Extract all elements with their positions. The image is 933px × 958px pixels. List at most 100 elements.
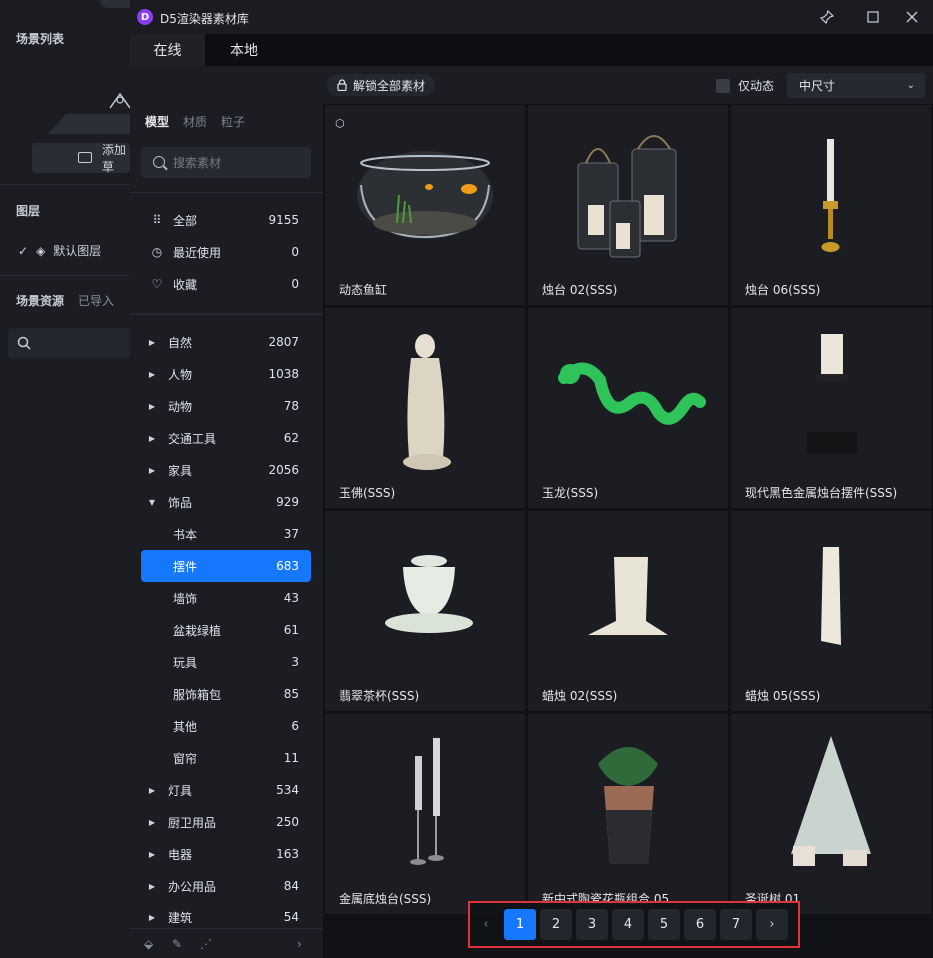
asset-type-tabs: 模型 材质 粒子 <box>145 113 245 130</box>
3d-model-icon: ⬡ <box>335 117 345 130</box>
asset-library-window: D D5渲染器素材库 在线 本地 模型 材质 粒子 搜索素材 ⠿ 全部 9155 <box>130 0 933 958</box>
category-animals[interactable]: ▶ 动物 78 <box>141 390 311 422</box>
page-2-button[interactable]: 2 <box>540 909 572 940</box>
paint-icon[interactable]: ⬙ <box>144 937 158 951</box>
empty-scene-icon <box>48 92 130 134</box>
dynamic-only-checkbox[interactable] <box>716 78 730 93</box>
lock-icon <box>337 79 347 91</box>
category-people[interactable]: ▶ 人物 1038 <box>141 358 311 390</box>
category-ornaments[interactable]: 摆件 683 <box>141 550 311 582</box>
category-kitchen-bath[interactable]: ▶ 厨卫用品 250 <box>141 806 311 838</box>
search-icon <box>17 336 31 350</box>
category-apparel[interactable]: 服饰箱包 85 <box>141 678 311 710</box>
asset-card[interactable]: 新中式陶瓷花瓶组合 05 <box>528 714 728 914</box>
candle-stick-thumbnail <box>821 139 840 252</box>
category-favorites[interactable]: ♡ 收藏 0 <box>141 268 311 300</box>
category-recent[interactable]: ◷ 最近使用 0 <box>141 236 311 268</box>
category-other[interactable]: 其他 6 <box>141 710 311 742</box>
melted-candle-thumbnail <box>588 557 668 635</box>
asset-card[interactable]: 烛台 06(SSS) <box>731 105 931 305</box>
category-decor[interactable]: ▼ 饰品 929 <box>141 486 311 518</box>
asset-card[interactable]: 圣诞树 01 <box>731 714 931 914</box>
ceramic-vase-thumbnail <box>598 747 658 864</box>
page-1-button[interactable]: 1 <box>504 909 536 940</box>
page-7-button[interactable]: 7 <box>720 909 752 940</box>
page-6-button[interactable]: 6 <box>684 909 716 940</box>
tab-local[interactable]: 本地 <box>205 34 283 66</box>
chevron-right-icon[interactable]: › <box>297 937 311 951</box>
black-candle-holder-thumbnail <box>807 334 857 454</box>
add-icon <box>78 152 92 163</box>
caret-right-icon: ▶ <box>148 849 156 859</box>
category-curtains[interactable]: 窗帘 11 <box>141 742 311 774</box>
caret-right-icon: ▶ <box>148 785 156 795</box>
tab-materials[interactable]: 材质 <box>183 113 207 130</box>
caret-right-icon: ▶ <box>148 433 156 443</box>
tab-scene-resources[interactable]: 场景资源 <box>16 292 64 309</box>
category-all[interactable]: ⠿ 全部 9155 <box>141 204 311 236</box>
tab-online[interactable]: 在线 <box>130 34 205 66</box>
category-lighting[interactable]: ▶ 灯具 534 <box>141 774 311 806</box>
category-nature[interactable]: ▶ 自然 2807 <box>141 326 311 358</box>
asset-card[interactable]: ⬡ 动态鱼缸 <box>325 105 525 305</box>
host-sidebar: 场景列表 添加草 图层 ✓ ◈ 默认图层 场景资源 已导入 <box>0 0 140 958</box>
page-3-button[interactable]: 3 <box>576 909 608 940</box>
asset-card[interactable]: 蜡烛 02(SSS) <box>528 511 728 711</box>
add-scene-button[interactable]: 添加草 <box>32 143 130 174</box>
caret-right-icon: ▶ <box>148 337 156 347</box>
asset-card[interactable]: 蜡烛 05(SSS) <box>731 511 931 711</box>
category-panel: 模型 材质 粒子 搜索素材 ⠿ 全部 9155 ◷ 最近使用 0 ♡ 收藏 0 … <box>130 66 323 958</box>
nodes-icon[interactable]: ⋰ <box>200 937 214 951</box>
dynamic-only-toggle[interactable]: 仅动态 <box>716 77 774 94</box>
page-5-button[interactable]: 5 <box>648 909 680 940</box>
maximize-icon[interactable] <box>864 8 882 26</box>
pagination: ‹ 1 2 3 4 5 6 7 › <box>468 901 800 948</box>
page-4-button[interactable]: 4 <box>612 909 644 940</box>
tab-imported[interactable]: 已导入 <box>78 292 114 309</box>
jade-buddha-thumbnail <box>403 334 451 470</box>
tab-particles[interactable]: 粒子 <box>221 113 245 130</box>
category-furniture[interactable]: ▶ 家具 2056 <box>141 454 311 486</box>
host-tabs: 场景资源 已导入 <box>16 292 114 309</box>
tab-models[interactable]: 模型 <box>145 113 169 130</box>
chevron-down-icon: ⌄ <box>906 80 915 91</box>
asset-card[interactable]: 翡翠茶杯(SSS) <box>325 511 525 711</box>
unlock-all-button[interactable]: 解锁全部素材 <box>327 74 436 96</box>
asset-card[interactable]: 现代黑色金属烛台摆件(SSS) <box>731 308 931 508</box>
category-appliances[interactable]: ▶ 电器 163 <box>141 838 311 870</box>
source-tabs: 在线 本地 <box>130 34 933 66</box>
category-wall-decor[interactable]: 墙饰 43 <box>141 582 311 614</box>
prev-page-button[interactable]: ‹ <box>470 909 502 940</box>
history-icon: ◷ <box>151 245 163 259</box>
grid-icon: ⠿ <box>152 213 162 227</box>
close-icon[interactable] <box>903 8 921 26</box>
brush-icon[interactable]: ✎ <box>172 937 186 951</box>
category-vehicles[interactable]: ▶ 交通工具 62 <box>141 422 311 454</box>
check-icon: ✓ <box>18 243 29 258</box>
search-input[interactable]: 搜索素材 <box>141 147 311 178</box>
caret-right-icon: ▶ <box>148 881 156 891</box>
category-potted-plants[interactable]: 盆栽绿植 61 <box>141 614 311 646</box>
panel-footer: ⬙ ✎ ⋰ › <box>130 928 323 958</box>
title-bar: D D5渲染器素材库 <box>130 0 933 34</box>
asset-card[interactable]: 玉龙(SSS) <box>528 308 728 508</box>
category-toys[interactable]: 玩具 3 <box>141 646 311 678</box>
category-books[interactable]: 书本 37 <box>141 518 311 550</box>
asset-card[interactable]: 烛台 02(SSS) <box>528 105 728 305</box>
pillar-candle-thumbnail <box>821 547 841 645</box>
asset-card[interactable]: 玉佛(SSS) <box>325 308 525 508</box>
next-page-button[interactable]: › <box>756 909 788 940</box>
pin-icon[interactable] <box>818 8 836 26</box>
search-icon <box>153 156 165 168</box>
metal-candle-stand-thumbnail <box>410 738 444 865</box>
default-layer-row[interactable]: ✓ ◈ 默认图层 <box>18 242 101 259</box>
jade-teacup-thumbnail <box>385 555 473 633</box>
asset-card[interactable]: 金属底烛台(SSS) <box>325 714 525 914</box>
scene-list-title: 场景列表 <box>16 32 65 46</box>
heart-icon: ♡ <box>151 277 163 291</box>
caret-right-icon: ▶ <box>148 912 156 922</box>
size-select[interactable]: 中尺寸 ⌄ <box>787 73 925 98</box>
category-office[interactable]: ▶ 办公用品 84 <box>141 870 311 902</box>
host-search-input[interactable] <box>8 328 138 358</box>
layers-title: 图层 <box>16 204 41 218</box>
